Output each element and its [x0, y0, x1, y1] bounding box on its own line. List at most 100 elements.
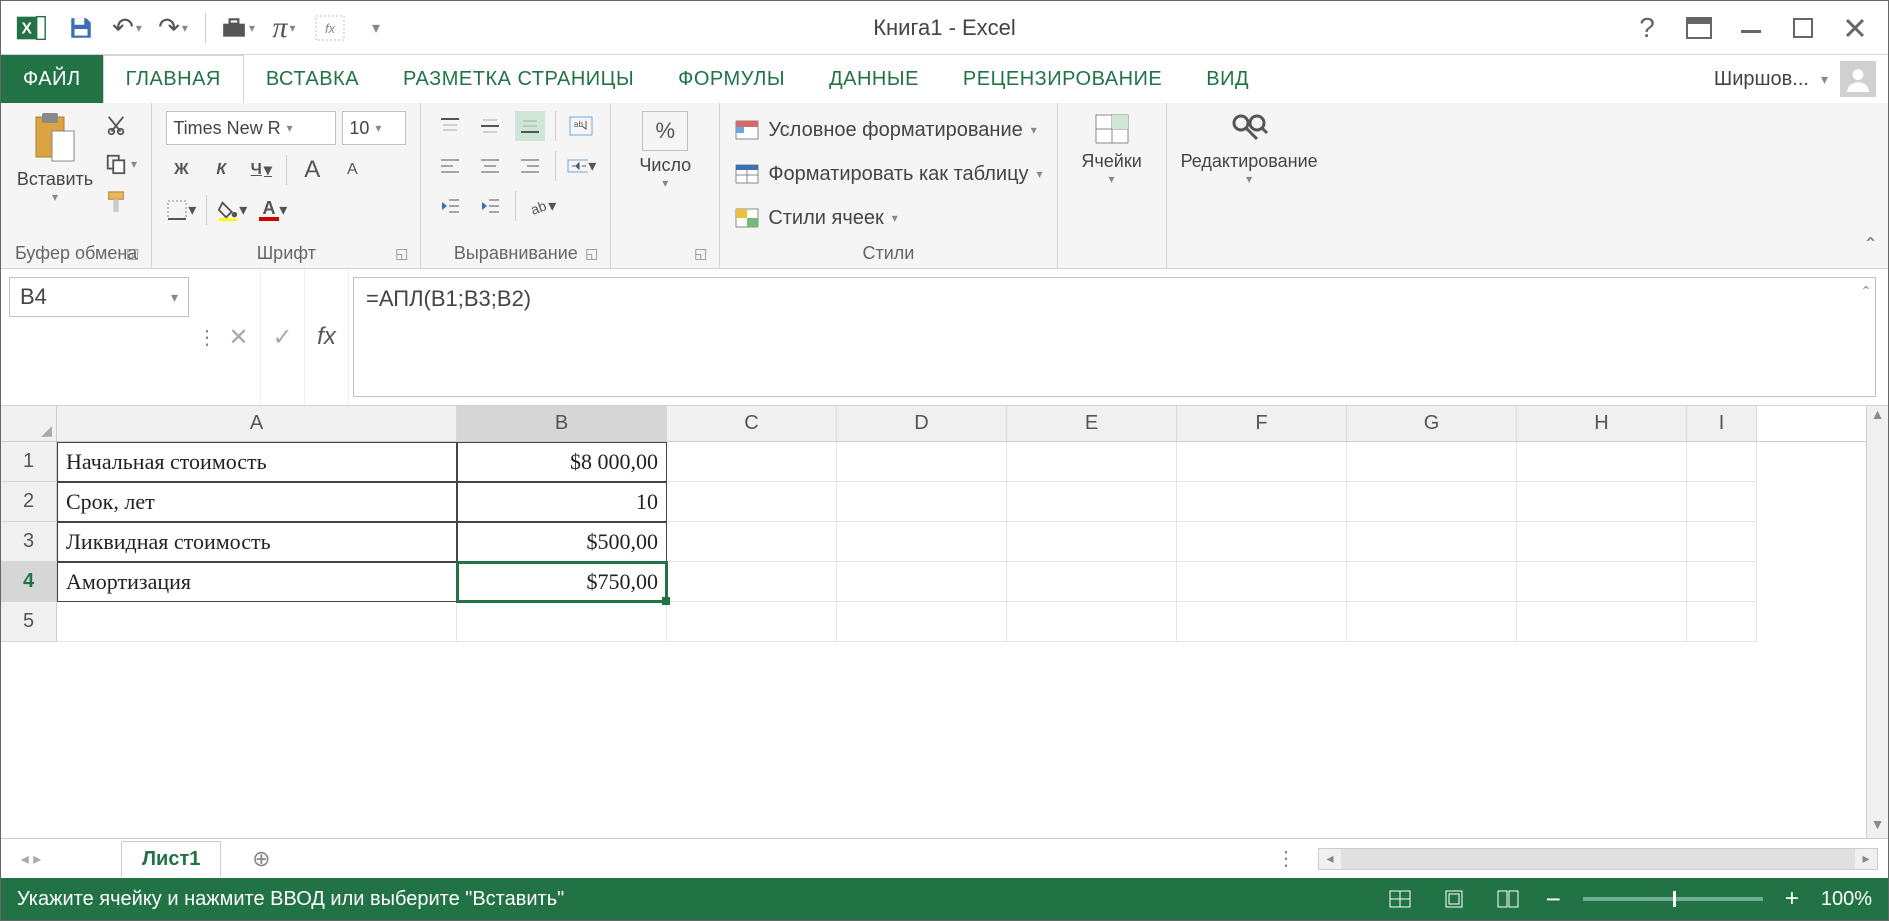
cell-A5[interactable] — [57, 602, 457, 642]
cell-H2[interactable] — [1517, 482, 1687, 522]
align-center-icon[interactable] — [475, 151, 505, 181]
cell-A2[interactable]: Срок, лет — [57, 482, 457, 522]
scroll-down-icon[interactable]: ▼ — [1867, 816, 1888, 838]
cell-H3[interactable] — [1517, 522, 1687, 562]
vertical-scrollbar[interactable]: ▲ ▼ — [1866, 406, 1888, 838]
select-all-corner[interactable]: ◢ — [1, 406, 57, 441]
underline-button[interactable]: Ч▾ — [246, 155, 276, 185]
cell-D5[interactable] — [837, 602, 1007, 642]
zoom-slider[interactable] — [1583, 897, 1763, 901]
scroll-left-icon[interactable]: ◂ — [1319, 850, 1341, 867]
cell-B3[interactable]: $500,00 — [457, 522, 667, 562]
cell-D3[interactable] — [837, 522, 1007, 562]
page-layout-view-icon[interactable] — [1438, 885, 1470, 913]
help-button[interactable]: ? — [1630, 11, 1664, 45]
ribbon-display-options-icon[interactable] — [1682, 11, 1716, 45]
tab-insert[interactable]: ВСТАВКА — [244, 55, 381, 103]
cell-C2[interactable] — [667, 482, 837, 522]
grow-font-button[interactable]: A — [297, 155, 327, 185]
font-size-combo[interactable]: 10▾ — [342, 111, 406, 145]
cell-F5[interactable] — [1177, 602, 1347, 642]
cell-C3[interactable] — [667, 522, 837, 562]
tab-page-layout[interactable]: РАЗМЕТКА СТРАНИЦЫ — [381, 55, 656, 103]
cell-F2[interactable] — [1177, 482, 1347, 522]
column-header-H[interactable]: H — [1517, 406, 1687, 441]
cell-A4[interactable]: Амортизация — [57, 562, 457, 602]
enter-formula-button[interactable]: ✓ — [261, 269, 305, 405]
horizontal-scrollbar[interactable]: ◂ ▸ — [1318, 848, 1878, 870]
cell-C1[interactable] — [667, 442, 837, 482]
number-dropdown-icon[interactable]: ▾ — [662, 176, 668, 190]
cell-I1[interactable] — [1687, 442, 1757, 482]
tab-view[interactable]: ВИД — [1184, 55, 1271, 103]
row-header-1[interactable]: 1 — [1, 442, 57, 482]
tab-home[interactable]: ГЛАВНАЯ — [103, 55, 244, 103]
cell-D4[interactable] — [837, 562, 1007, 602]
minimize-button[interactable] — [1734, 11, 1768, 45]
cell-A1[interactable]: Начальная стоимость — [57, 442, 457, 482]
sheet-tab-active[interactable]: Лист1 — [121, 841, 221, 877]
editing-button[interactable]: Редактирование ▾ — [1181, 111, 1318, 186]
name-box[interactable]: B4▾ — [9, 277, 189, 317]
align-right-icon[interactable] — [515, 151, 545, 181]
cell-E3[interactable] — [1007, 522, 1177, 562]
increase-indent-icon[interactable] — [475, 191, 505, 221]
column-header-F[interactable]: F — [1177, 406, 1347, 441]
align-left-icon[interactable] — [435, 151, 465, 181]
align-bottom-icon[interactable] — [515, 111, 545, 141]
align-top-icon[interactable] — [435, 111, 465, 141]
undo-button[interactable]: ↶ — [107, 8, 147, 48]
format-as-table-button[interactable]: Форматировать как таблицу▾ — [734, 155, 1042, 193]
font-name-combo[interactable]: Times New R▾ — [166, 111, 336, 145]
scrollbar-thumb[interactable] — [1341, 849, 1855, 869]
column-header-B[interactable]: B — [457, 406, 667, 441]
sheet-bar-resize-icon[interactable]: ⋮ — [1276, 846, 1296, 871]
qat-customize-icon[interactable]: ▾ — [356, 8, 396, 48]
font-dialog-launcher-icon[interactable]: ◱ — [395, 245, 408, 262]
cell-B2[interactable]: 10 — [457, 482, 667, 522]
zoom-level[interactable]: 100% — [1821, 888, 1872, 911]
name-box-resize-icon[interactable]: ⋮ — [197, 269, 217, 405]
bold-button[interactable]: Ж — [166, 155, 196, 185]
italic-button[interactable]: К — [206, 155, 236, 185]
row-header-4[interactable]: 4 — [1, 562, 57, 602]
normal-view-icon[interactable] — [1384, 885, 1416, 913]
user-avatar-icon[interactable] — [1840, 61, 1876, 97]
copy-button[interactable]: ▾ — [105, 149, 137, 179]
tab-review[interactable]: РЕЦЕНЗИРОВАНИЕ — [941, 55, 1184, 103]
number-dialog-launcher-icon[interactable]: ◱ — [694, 245, 707, 262]
cell-C5[interactable] — [667, 602, 837, 642]
formula-input[interactable]: =АПЛ(B1;B3;B2) ˆ — [353, 277, 1876, 397]
cancel-formula-button[interactable]: ✕ — [217, 269, 261, 405]
cell-I5[interactable] — [1687, 602, 1757, 642]
cell-F1[interactable] — [1177, 442, 1347, 482]
number-format-button[interactable]: % Число ▾ — [625, 111, 705, 190]
cell-G4[interactable] — [1347, 562, 1517, 602]
close-button[interactable] — [1838, 11, 1872, 45]
format-painter-button[interactable] — [105, 187, 137, 217]
cell-C4[interactable] — [667, 562, 837, 602]
zoom-in-button[interactable]: + — [1785, 885, 1799, 913]
orientation-button[interactable]: ab▾ — [526, 191, 556, 221]
cell-B4[interactable]: $750,00 — [457, 562, 667, 602]
clipboard-dialog-launcher-icon[interactable]: ◱ — [126, 245, 139, 262]
cell-G2[interactable] — [1347, 482, 1517, 522]
shrink-font-button[interactable]: A — [337, 155, 367, 185]
column-header-D[interactable]: D — [837, 406, 1007, 441]
pi-equation-icon[interactable]: π — [264, 8, 304, 48]
fill-color-button[interactable]: ▾ — [217, 195, 247, 225]
tab-file[interactable]: ФАЙЛ — [1, 55, 103, 103]
tab-data[interactable]: ДАННЫЕ — [807, 55, 941, 103]
redo-button[interactable]: ↷ — [153, 8, 193, 48]
add-sheet-button[interactable]: ⊕ — [241, 846, 281, 872]
column-header-I[interactable]: I — [1687, 406, 1757, 441]
formula-expand-icon[interactable]: ˆ — [1863, 284, 1869, 305]
scroll-right-icon[interactable]: ▸ — [1855, 850, 1877, 867]
tab-formulas[interactable]: ФОРМУЛЫ — [656, 55, 807, 103]
cell-H5[interactable] — [1517, 602, 1687, 642]
paste-dropdown-icon[interactable]: ▾ — [52, 190, 58, 204]
cell-A3[interactable]: Ликвидная стоимость — [57, 522, 457, 562]
paste-button[interactable]: Вставить ▾ — [15, 111, 95, 204]
cell-E1[interactable] — [1007, 442, 1177, 482]
cell-H4[interactable] — [1517, 562, 1687, 602]
